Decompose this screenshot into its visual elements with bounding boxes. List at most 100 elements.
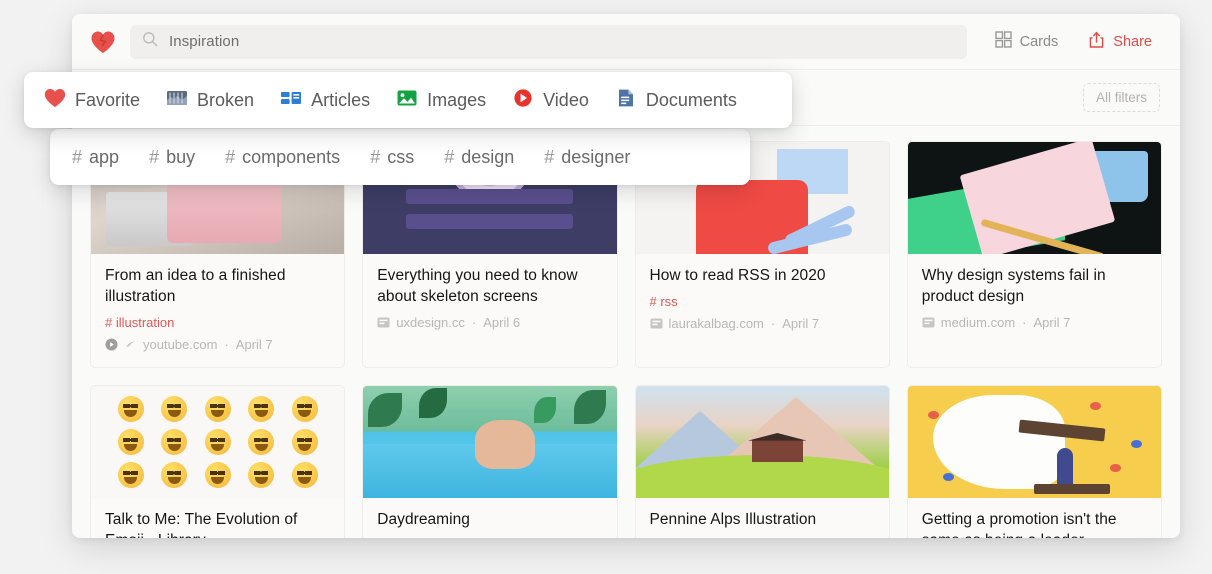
hash-icon: #	[544, 146, 555, 167]
card-item[interactable]: Why design systems fail in product desig…	[906, 141, 1162, 368]
card-title: From an idea to a finished illustration	[105, 267, 286, 305]
hash-icon: #	[444, 146, 455, 167]
share-label: Share	[1113, 33, 1152, 50]
cards-view-button[interactable]: Cards	[985, 25, 1069, 58]
card-date: April 7	[1033, 314, 1071, 330]
emoji-icon	[161, 462, 188, 489]
card-body: How to read RSS in 2020 # rss laurakalba…	[636, 254, 889, 341]
card-title: Daydreaming	[377, 511, 470, 528]
thumb-leaf-shape	[368, 392, 403, 427]
hash-icon: #	[370, 146, 381, 167]
cards-grid: From an idea to a finished illustration …	[72, 127, 1180, 538]
card-thumbnail	[635, 386, 889, 498]
search-value: Inspiration	[169, 33, 240, 50]
tag-filter-label: components	[242, 146, 341, 167]
emoji-icon	[248, 428, 275, 455]
all-filters-button[interactable]: All filters	[1082, 83, 1160, 112]
tag-filter-label: css	[387, 146, 415, 167]
thumb-leaf-shape	[533, 397, 556, 424]
card-body: From an idea to a finished illustration …	[91, 254, 344, 362]
card-body: Getting a promotion isn't the same as be…	[908, 498, 1161, 538]
card-date: April 7	[235, 336, 273, 352]
type-filter-label: Broken	[197, 89, 255, 110]
card-meta: youtube.com · April 7	[105, 337, 330, 352]
emoji-icon	[291, 462, 318, 489]
search-input[interactable]: Inspiration	[130, 24, 967, 59]
card-tag[interactable]: # illustration	[105, 315, 330, 330]
emoji-icon	[291, 395, 318, 422]
tag-filter-app[interactable]: # app	[72, 147, 119, 168]
emoji-icon	[248, 395, 275, 422]
card-title: Everything you need to know about skelet…	[377, 267, 578, 305]
emoji-icon	[291, 428, 318, 455]
cards-view-label: Cards	[1019, 33, 1059, 50]
hash-icon: #	[149, 146, 160, 167]
card-body: Everything you need to know about skelet…	[363, 254, 616, 340]
card-item[interactable]: Pennine Alps Illustration dribbble.com ·…	[634, 385, 890, 538]
video-play-icon	[512, 88, 534, 113]
thumb-house-shape	[751, 439, 803, 463]
emoji-icon	[117, 428, 144, 455]
hash-icon: #	[225, 146, 236, 167]
card-body: Talk to Me: The Evolution of Emoji - Lib…	[91, 498, 344, 538]
document-icon	[615, 88, 637, 113]
card-tag[interactable]: # rss	[650, 294, 875, 309]
emoji-icon	[204, 462, 231, 489]
search-icon	[142, 31, 158, 52]
emoji-icon	[248, 462, 275, 489]
tag-filter-label: buy	[166, 146, 196, 167]
card-title: Getting a promotion isn't the same as be…	[921, 511, 1117, 538]
thumb-dot-shape	[1110, 464, 1122, 473]
card-item[interactable]: Talk to Me: The Evolution of Emoji - Lib…	[90, 385, 346, 538]
thumb-figure-shape	[474, 419, 536, 469]
card-item[interactable]: Getting a promotion isn't the same as be…	[906, 385, 1162, 538]
thumb-dot-shape	[1090, 401, 1102, 410]
broken-image-icon	[166, 88, 188, 113]
type-filter-images[interactable]: Images	[396, 88, 486, 113]
hash-icon: #	[72, 146, 83, 167]
type-filter-label: Articles	[311, 89, 371, 110]
card-body: Daydreaming dribbble.com · April 8	[363, 498, 616, 538]
tag-filter-components[interactable]: # components	[225, 147, 340, 168]
type-filter-label: Documents	[645, 89, 737, 110]
type-filter-video[interactable]: Video	[512, 88, 589, 113]
card-thumbnail	[363, 386, 617, 498]
card-meta-separator: ·	[471, 314, 477, 330]
card-title: How to read RSS in 2020	[649, 267, 826, 284]
tag-filter-buy[interactable]: # buy	[149, 147, 195, 168]
card-source: uxdesign.cc	[396, 314, 465, 330]
card-date: April 7	[782, 315, 820, 331]
card-meta-separator: ·	[1022, 314, 1027, 330]
card-title: Talk to Me: The Evolution of Emoji - Lib…	[105, 511, 298, 538]
type-filter-articles[interactable]: Articles	[280, 88, 370, 113]
card-source: medium.com	[940, 314, 1016, 330]
article-icon	[280, 88, 302, 113]
tag-filter-designer[interactable]: # designer	[544, 147, 630, 168]
card-meta-separator: ·	[224, 336, 229, 352]
card-meta: uxdesign.cc · April 6	[377, 315, 602, 330]
video-play-icon	[105, 338, 118, 351]
card-meta: laurakalbag.com · April 7	[650, 316, 875, 331]
card-thumbnail	[907, 142, 1161, 254]
thumb-plank-shape	[1034, 483, 1111, 494]
type-filter-label: Video	[543, 89, 589, 110]
tag-filter-design[interactable]: # design	[444, 147, 514, 168]
type-filter-favorite[interactable]: Favorite	[44, 88, 140, 113]
heart-logo-icon[interactable]	[88, 27, 118, 57]
type-filter-documents[interactable]: Documents	[615, 88, 737, 113]
app-header: Inspiration Cards Share	[72, 14, 1180, 70]
article-icon	[377, 316, 390, 329]
card-title: Pennine Alps Illustration	[649, 511, 817, 528]
tag-filter-popover: # app # buy # components # css # design …	[50, 129, 750, 185]
type-filter-label: Images	[427, 89, 487, 110]
heart-icon	[44, 88, 66, 113]
type-filter-broken[interactable]: Broken	[166, 88, 254, 113]
tag-filter-css[interactable]: # css	[370, 147, 414, 168]
thumb-bar-shape	[406, 189, 574, 205]
thumb-leaf-shape	[574, 390, 607, 425]
card-item[interactable]: Daydreaming dribbble.com · April 8	[362, 385, 618, 538]
card-source: laurakalbag.com	[668, 315, 764, 331]
share-button[interactable]: Share	[1078, 25, 1162, 59]
emoji-icon	[161, 395, 188, 422]
card-thumbnail	[91, 386, 345, 498]
